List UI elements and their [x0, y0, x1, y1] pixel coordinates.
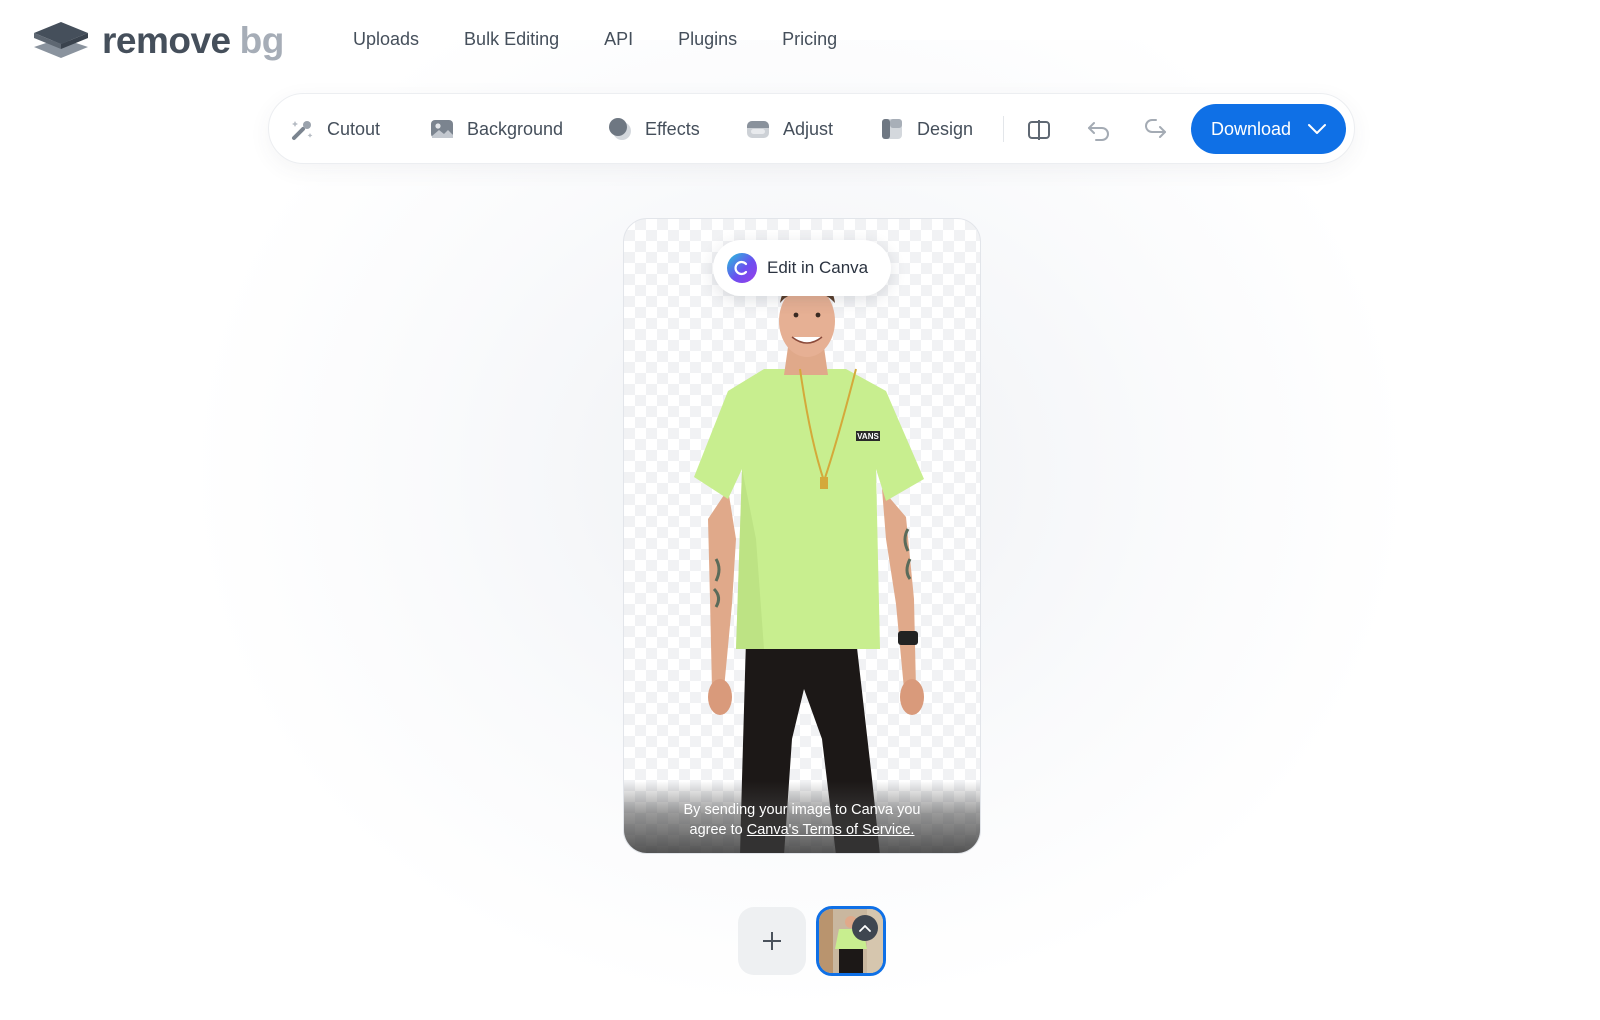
tool-background[interactable]: Background [429, 111, 563, 147]
chevron-up-icon [859, 925, 871, 932]
consent-line-1: By sending your image to Canva you [683, 802, 921, 818]
edit-in-canva-label: Edit in Canva [767, 258, 869, 277]
nav-plugins[interactable]: Plugins [678, 27, 737, 51]
compare-icon [1028, 120, 1050, 140]
image-canvas[interactable]: VANS Edit in Canva By sending your image… [623, 218, 981, 854]
cutout-person-image: VANS [694, 279, 924, 853]
chevron-down-icon [1307, 123, 1327, 135]
download-label: Download [1211, 118, 1292, 139]
nav-uploads[interactable]: Uploads [353, 27, 419, 51]
redo-icon [1145, 119, 1166, 138]
tool-effects[interactable]: Effects [607, 111, 700, 147]
redo-button[interactable] [1141, 116, 1169, 144]
main-nav: Uploads Bulk Editing API Plugins Pricing [353, 27, 882, 51]
logo-wordmark: remove bg [102, 19, 284, 61]
plus-icon [763, 932, 781, 950]
nav-pricing[interactable]: Pricing [782, 27, 837, 51]
undo-button[interactable] [1085, 116, 1113, 144]
image-thumbnail[interactable] [816, 906, 886, 976]
tool-design[interactable]: Design [879, 111, 973, 147]
compare-button[interactable] [1025, 116, 1053, 144]
removebg-logo[interactable]: remove bg [34, 18, 284, 62]
add-image-button[interactable] [738, 907, 806, 975]
canva-terms-link[interactable]: Canva's Terms of Service. [747, 822, 915, 838]
shirt-logo: VANS [857, 432, 879, 441]
tool-effects-label: Effects [645, 118, 700, 139]
tool-cutout-label: Cutout [327, 118, 381, 139]
canva-consent-notice: By sending your image to Canva you agree… [624, 781, 980, 853]
tool-design-label: Design [917, 118, 974, 139]
download-button[interactable]: Download [1191, 104, 1346, 154]
tool-adjust[interactable]: Adjust [745, 111, 833, 147]
edit-in-canva-button[interactable]: Edit in Canva [713, 240, 891, 296]
consent-prefix: agree to [689, 822, 743, 838]
canva-logo-icon [727, 253, 757, 283]
layers-logo-icon [34, 22, 88, 58]
editor-toolbar: Cutout Background Effects Adjust Design … [268, 93, 1355, 164]
effects-icon [607, 116, 633, 142]
design-icon [879, 116, 905, 142]
tool-background-label: Background [467, 118, 564, 139]
thumbnail-toggle-button[interactable] [852, 915, 878, 941]
tool-cutout[interactable]: Cutout [289, 111, 380, 147]
magic-brush-icon [289, 116, 315, 142]
adjust-icon [745, 116, 771, 142]
consent-line-2: agree to Canva's Terms of Service. [690, 820, 915, 840]
nav-api[interactable]: API [604, 27, 633, 51]
nav-bulk-editing[interactable]: Bulk Editing [464, 27, 559, 51]
tool-adjust-label: Adjust [783, 118, 834, 139]
toolbar-divider [1003, 116, 1004, 142]
undo-icon [1088, 122, 1109, 141]
image-icon [429, 116, 455, 142]
